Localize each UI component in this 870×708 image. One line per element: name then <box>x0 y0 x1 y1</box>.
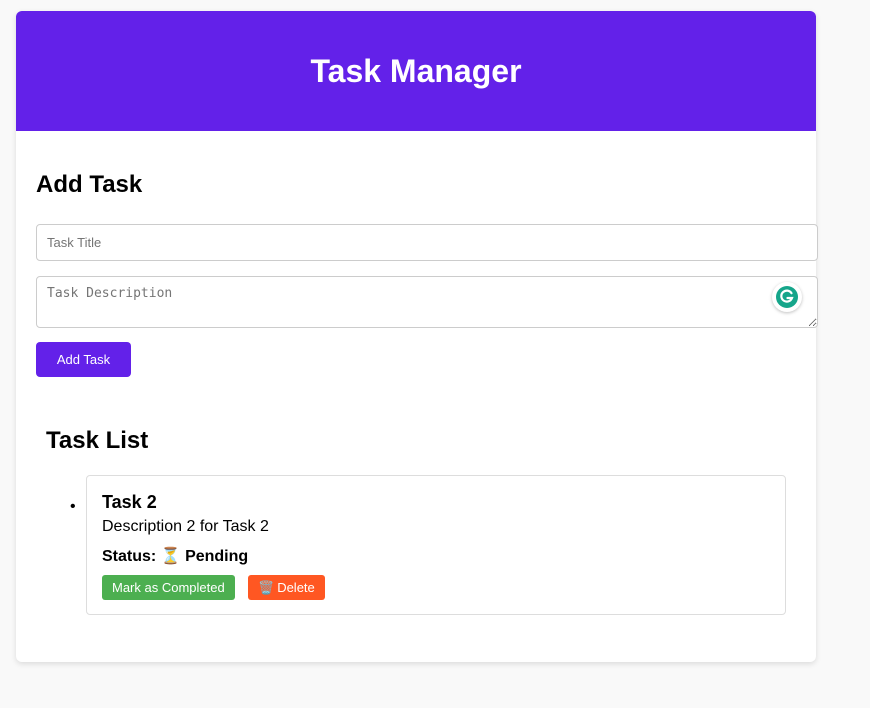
task-manager-app: Task Manager Add Task Add Task Task List… <box>16 11 818 662</box>
add-task-heading: Add Task <box>36 171 143 198</box>
list-bullet: • <box>70 498 76 515</box>
task-item: Task 2 Description 2 for Task 2 Status: … <box>86 475 786 615</box>
task-list-heading: Task List <box>46 427 149 454</box>
task-status: Status: ⏳ Pending <box>102 546 248 566</box>
delete-button[interactable]: 🗑️ Delete <box>248 575 325 600</box>
task-title-input[interactable] <box>36 224 818 261</box>
task-description: Description 2 for Task 2 <box>102 518 269 535</box>
mark-completed-button[interactable]: Mark as Completed <box>102 575 235 600</box>
hourglass-icon: ⏳ <box>160 548 181 565</box>
status-label: Status: <box>102 548 157 565</box>
mark-completed-label: Mark as Completed <box>112 580 225 595</box>
status-value: Pending <box>185 548 249 565</box>
trash-icon: 🗑️ <box>258 579 275 595</box>
app-header: Task Manager <box>16 11 816 131</box>
grammarly-icon[interactable] <box>772 282 802 312</box>
delete-label: Delete <box>277 580 315 595</box>
task-description-input[interactable] <box>36 276 818 328</box>
app-title: Task Manager <box>310 52 522 89</box>
add-task-button[interactable]: Add Task <box>36 342 131 377</box>
grammarly-logo <box>776 286 798 308</box>
task-title: Task 2 <box>102 492 157 512</box>
